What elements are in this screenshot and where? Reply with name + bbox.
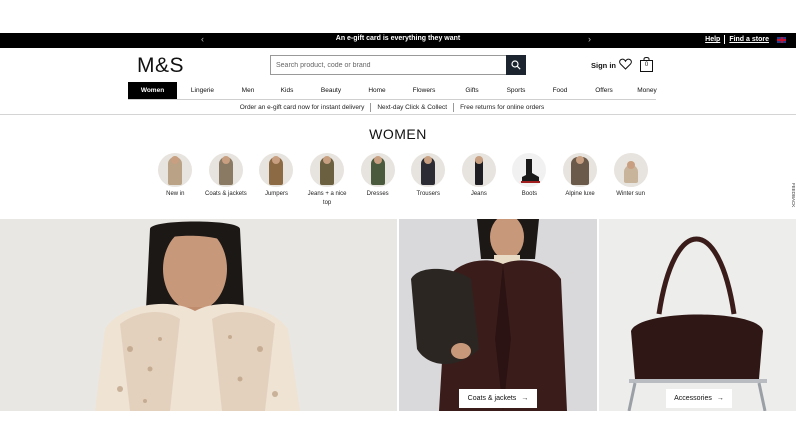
services-strip: Order an e-gift card now for instant del… [128,101,656,113]
cta-label: Coats & jackets [467,395,517,402]
category-image [411,153,446,187]
category-figure-head [221,156,230,164]
nav-item-gifts[interactable]: Gifts [450,82,494,99]
nav-item-sports[interactable]: Sports [494,82,538,99]
search-input[interactable] [271,56,506,74]
service-click-collect[interactable]: Next-day Click & Collect [371,104,453,111]
category-image [310,153,345,187]
category-label: Coats & jackets [205,191,247,197]
hero-image-coats-jackets[interactable]: Coats & jackets → [399,219,597,411]
promo-next-arrow-icon[interactable]: › [588,34,591,44]
nav-item-offers[interactable]: Offers [582,82,626,99]
category-coats-jackets[interactable]: Coats & jackets [201,153,252,208]
nav-item-kids[interactable]: Kids [268,82,306,99]
find-a-store-link[interactable]: Find a store [729,36,769,43]
ms-logo[interactable]: M&S [137,54,184,78]
nav-item-money[interactable]: Money [626,82,668,99]
search-icon [511,60,521,70]
category-image [563,153,598,187]
category-label: Boots [521,191,538,197]
service-egift[interactable]: Order an e-gift card now for instant del… [234,104,371,111]
arrow-right-icon: → [521,395,529,402]
hero-image-accessories[interactable]: Accessories → [599,219,796,411]
model-coat-illustration [411,219,567,411]
category-jeans-nice-top[interactable]: Jeans + a nice top [302,153,353,208]
model-fur-coat-illustration [95,221,300,411]
nav-item-flowers[interactable]: Flowers [398,82,450,99]
arrow-right-icon: → [716,395,724,402]
category-alpine-luxe[interactable]: Alpine luxe [555,153,606,208]
nav-item-women[interactable]: Women [128,82,177,99]
category-trousers[interactable]: Trousers [403,153,454,208]
cta-label: Accessories [674,395,712,402]
category-label: Jeans + a nice top [307,191,347,206]
main-nav: Women Lingerie Men Kids Beauty Home Flow… [128,82,668,99]
category-carousel: New in Coats & jackets Jumpers Jeans + a… [150,153,656,208]
category-figure-head [576,156,585,164]
accessories-cta-button[interactable]: Accessories → [666,389,732,408]
category-label: Alpine luxe [565,191,595,197]
basket-count: 0 [644,62,649,68]
category-figure-head [474,156,483,164]
basket-button[interactable]: 0 [640,56,653,77]
category-label: Jeans [470,191,487,197]
promo-text[interactable]: An e-gift card is everything they want [0,35,796,42]
nav-item-home[interactable]: Home [356,82,398,99]
boot-icon [521,159,541,183]
category-image [512,153,547,187]
category-label: Winter sun [616,191,645,197]
wishlist-heart-icon[interactable] [619,58,632,70]
utility-links: Help Find a store [705,35,786,44]
search-button[interactable] [506,55,526,75]
nav-item-beauty[interactable]: Beauty [306,82,356,99]
help-link[interactable]: Help [705,36,720,43]
sign-in-link[interactable]: Sign in [591,61,616,70]
category-figure-head [626,161,635,169]
utility-divider [724,35,726,44]
search-bar [270,55,526,75]
category-image [208,153,243,187]
nav-item-men[interactable]: Men [228,82,268,99]
category-label: Trousers [416,191,440,197]
nav-divider [128,99,656,100]
category-new-in[interactable]: New in [150,153,201,208]
uk-flag-icon[interactable] [777,36,786,43]
hero-image-faux-fur-coat[interactable] [0,219,397,411]
category-image [259,153,294,187]
category-label: Jumpers [264,191,288,197]
category-dresses[interactable]: Dresses [352,153,403,208]
feedback-tab[interactable]: FEEDBACK [788,183,796,209]
nav-item-food[interactable]: Food [538,82,582,99]
coats-jackets-cta-button[interactable]: Coats & jackets → [459,389,537,408]
category-image [158,153,193,187]
nav-item-lingerie[interactable]: Lingerie [177,82,228,99]
category-boots[interactable]: Boots [504,153,555,208]
category-image [360,153,395,187]
category-label: New in [166,191,185,197]
promo-bar: ‹ An e-gift card is everything they want… [0,33,796,48]
category-label: Dresses [366,191,389,197]
category-image [613,153,648,187]
category-winter-sun[interactable]: Winter sun [605,153,656,208]
service-free-returns[interactable]: Free returns for online orders [454,104,550,111]
category-image [461,153,496,187]
page-title: WOMEN [369,126,427,142]
category-jeans[interactable]: Jeans [454,153,505,208]
header-divider [0,114,796,115]
category-figure-head [373,156,382,164]
suede-shoulder-bag-illustration [627,236,767,411]
category-jumpers[interactable]: Jumpers [251,153,302,208]
